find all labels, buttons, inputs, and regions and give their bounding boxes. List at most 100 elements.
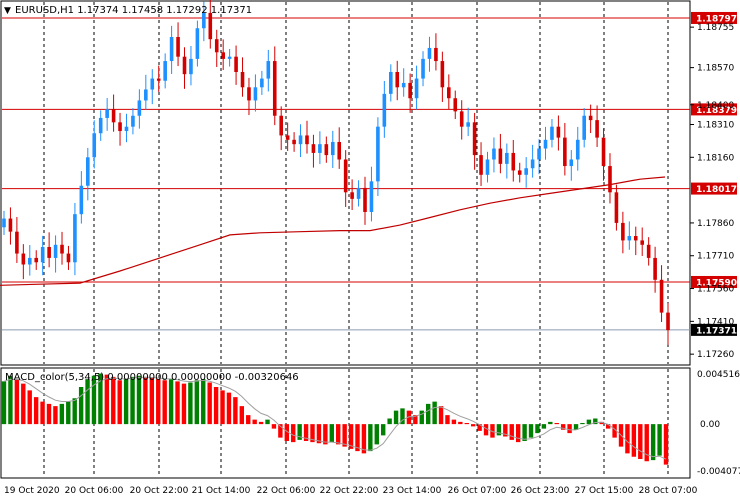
candle-body[interactable] <box>2 218 6 228</box>
candle-body[interactable] <box>588 115 593 121</box>
candle-body[interactable] <box>182 56 187 75</box>
candle-body[interactable] <box>247 87 251 101</box>
candle-body[interactable] <box>440 61 445 88</box>
candle-body[interactable] <box>79 185 84 215</box>
candle-body[interactable] <box>221 52 225 59</box>
candle-body[interactable] <box>318 144 322 153</box>
candle-body[interactable] <box>60 244 64 254</box>
candle-body[interactable] <box>595 120 599 138</box>
candle-body[interactable] <box>105 109 109 118</box>
candle-body[interactable] <box>47 246 51 258</box>
candle-body[interactable] <box>543 139 548 149</box>
candle-body[interactable] <box>15 231 19 254</box>
candle-body[interactable] <box>517 170 522 175</box>
candle-body[interactable] <box>633 236 638 241</box>
candle-body[interactable] <box>260 78 264 88</box>
candle-body[interactable] <box>137 100 142 116</box>
candle-body[interactable] <box>208 12 213 40</box>
candle-body[interactable] <box>253 87 258 101</box>
candle-body[interactable] <box>524 168 528 175</box>
candle-body[interactable] <box>98 117 103 134</box>
candle-body[interactable] <box>27 257 32 265</box>
candle-body[interactable] <box>621 222 625 241</box>
candle-body[interactable] <box>363 187 367 212</box>
candle-body[interactable] <box>492 148 496 160</box>
candle-body[interactable] <box>40 246 45 263</box>
candle-body[interactable] <box>272 61 277 116</box>
candle-body[interactable] <box>601 137 606 167</box>
chart-arrow-icon[interactable]: ▼ <box>4 6 11 16</box>
candle-body[interactable] <box>505 152 509 164</box>
candle-body[interactable] <box>305 135 309 145</box>
candle-body[interactable] <box>666 312 670 331</box>
candle-body[interactable] <box>659 279 664 313</box>
candle-body[interactable] <box>466 122 470 127</box>
candle-body[interactable] <box>627 236 632 241</box>
candle-body[interactable] <box>156 78 161 81</box>
candle-body[interactable] <box>150 78 155 90</box>
candle-body[interactable] <box>408 82 412 99</box>
candle-body[interactable] <box>92 133 97 158</box>
candle-body[interactable] <box>608 166 612 193</box>
candle-body[interactable] <box>376 126 380 182</box>
candle-body[interactable] <box>388 71 393 94</box>
candle-body[interactable] <box>86 157 90 186</box>
candle-body[interactable] <box>401 82 406 88</box>
candle-body[interactable] <box>21 253 26 265</box>
candle-body[interactable] <box>124 126 129 132</box>
candle-body[interactable] <box>479 155 483 175</box>
candle-body[interactable] <box>459 111 464 127</box>
candle-body[interactable] <box>169 36 174 62</box>
candle-body[interactable] <box>563 137 567 167</box>
candle-body[interactable] <box>73 214 77 263</box>
candle-body[interactable] <box>550 126 554 140</box>
candle-body[interactable] <box>356 187 361 199</box>
candle-body[interactable] <box>337 141 342 160</box>
candle-body[interactable] <box>311 144 316 153</box>
candle-body[interactable] <box>234 56 238 72</box>
candle-body[interactable] <box>498 148 503 164</box>
candle-body[interactable] <box>279 115 284 136</box>
candle-body[interactable] <box>298 135 303 145</box>
trading-chart-window[interactable]: 1.18797 1.18379 1.18017 1.17590 1.17371 1.18… <box>0 0 740 500</box>
candle-body[interactable] <box>653 257 657 280</box>
candle-body[interactable] <box>640 240 645 245</box>
candle-body[interactable] <box>434 47 438 62</box>
candle-body[interactable] <box>453 98 458 112</box>
candle-body[interactable] <box>324 144 329 156</box>
candle-body[interactable] <box>646 244 651 258</box>
candle-body[interactable] <box>382 93 387 127</box>
candle-body[interactable] <box>176 36 180 57</box>
candle-body[interactable] <box>485 159 490 175</box>
candle-body[interactable] <box>569 159 574 167</box>
candle-body[interactable] <box>556 126 561 138</box>
chart-canvas[interactable]: 1.187971.183791.180171.175901.17371 1.18… <box>0 0 740 500</box>
candle-body[interactable] <box>8 218 13 232</box>
candle-body[interactable] <box>189 58 193 75</box>
candle-body[interactable] <box>575 139 580 160</box>
candle-body[interactable] <box>66 253 71 263</box>
candle-body[interactable] <box>163 61 167 81</box>
candle-body[interactable] <box>472 122 477 156</box>
candle-body[interactable] <box>582 115 586 140</box>
candle-body[interactable] <box>214 39 219 53</box>
candle-body[interactable] <box>227 56 232 59</box>
candle-body[interactable] <box>614 192 619 223</box>
candle-body[interactable] <box>118 122 122 132</box>
candle-body[interactable] <box>447 87 451 99</box>
candle-body[interactable] <box>414 78 419 99</box>
candle-body[interactable] <box>111 109 116 123</box>
candle-body[interactable] <box>537 148 541 160</box>
candle-body[interactable] <box>350 192 354 199</box>
candle-body[interactable] <box>369 181 374 212</box>
candle-body[interactable] <box>395 71 400 88</box>
candle-body[interactable] <box>34 257 39 263</box>
candle-body[interactable] <box>330 141 335 156</box>
candle-body[interactable] <box>292 139 296 145</box>
candle-body[interactable] <box>53 244 58 258</box>
candle-body[interactable] <box>285 135 290 140</box>
candle-body[interactable] <box>427 47 432 59</box>
candle-body[interactable] <box>240 71 245 88</box>
candle-body[interactable] <box>343 159 348 193</box>
candle-body[interactable] <box>131 115 135 127</box>
